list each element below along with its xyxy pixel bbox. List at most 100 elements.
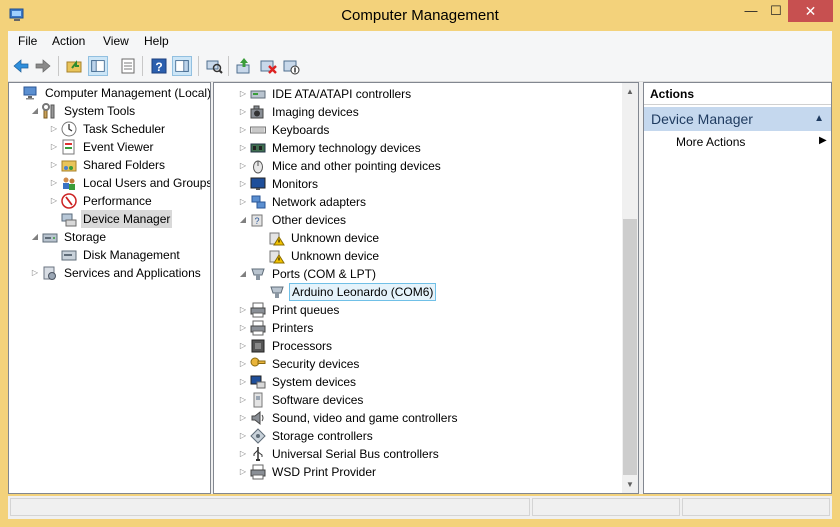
tree-item[interactable]: ▷ Software devices xyxy=(214,391,638,409)
expand-arrow-icon[interactable]: ▷ xyxy=(238,301,248,319)
collapse-arrow-icon[interactable]: ◢ xyxy=(30,102,40,120)
expand-arrow-icon[interactable]: ▷ xyxy=(238,463,248,481)
collapse-arrow-icon[interactable]: ▲ xyxy=(814,107,824,131)
speaker-icon xyxy=(250,410,266,426)
monitor-icon xyxy=(250,176,266,192)
tree-item[interactable]: ▷ Memory technology devices xyxy=(214,139,638,157)
tree-item[interactable]: ▷ Event Viewer xyxy=(9,138,210,156)
menu-help[interactable]: Help xyxy=(144,34,169,48)
expand-arrow-icon[interactable]: ▷ xyxy=(49,156,59,174)
tree-item[interactable]: ▷ Network adapters xyxy=(214,193,638,211)
scroll-down-button[interactable]: ▼ xyxy=(622,476,638,493)
expand-arrow-icon[interactable]: ▷ xyxy=(30,264,40,282)
show-hide-action-pane-icon[interactable] xyxy=(172,56,192,76)
svg-text:?: ? xyxy=(254,216,259,226)
tree-item[interactable]: Unknown device xyxy=(214,229,638,247)
tree-item[interactable]: ▷ Storage controllers xyxy=(214,427,638,445)
show-hide-tree-icon[interactable] xyxy=(88,56,108,76)
expand-arrow-icon[interactable]: ▷ xyxy=(238,445,248,463)
tree-item[interactable]: ▷ Imaging devices xyxy=(214,103,638,121)
scroll-up-button[interactable]: ▲ xyxy=(622,83,638,100)
tree-item-label: Performance xyxy=(83,194,152,208)
tree-item[interactable]: Unknown device xyxy=(214,247,638,265)
tree-item[interactable]: ▷ Mice and other pointing devices xyxy=(214,157,638,175)
scroll-thumb[interactable] xyxy=(623,219,637,475)
tree-item[interactable]: ▷ WSD Print Provider xyxy=(214,463,638,481)
disk-icon xyxy=(61,247,77,263)
tree-item[interactable]: ◢ System Tools xyxy=(9,102,210,120)
expand-arrow-icon[interactable]: ▷ xyxy=(238,373,248,391)
shared-folder-icon xyxy=(61,157,77,173)
collapse-arrow-icon[interactable]: ◢ xyxy=(238,211,248,229)
tree-item[interactable]: ▷ Printers xyxy=(214,319,638,337)
memory-icon xyxy=(250,140,266,156)
tree-item[interactable]: ▷ Monitors xyxy=(214,175,638,193)
tree-item[interactable]: Arduino Leonardo (COM6) xyxy=(214,283,638,301)
maximize-button[interactable]: ☐ xyxy=(762,0,790,22)
console-tree-pane[interactable]: Computer Management (Local) ◢ System Tools… xyxy=(8,82,211,494)
tree-item[interactable]: ▷ Print queues xyxy=(214,301,638,319)
properties-icon[interactable] xyxy=(118,56,138,76)
tree-item[interactable]: ▷ Performance xyxy=(9,192,210,210)
expand-arrow-icon[interactable]: ▷ xyxy=(49,120,59,138)
help-icon[interactable]: ? xyxy=(149,56,169,76)
back-icon[interactable] xyxy=(11,56,31,76)
content-area: Computer Management (Local) ◢ System Tools… xyxy=(8,82,832,494)
expand-arrow-icon[interactable]: ▷ xyxy=(238,103,248,121)
collapse-arrow-icon[interactable]: ◢ xyxy=(30,228,40,246)
expand-arrow-icon[interactable]: ▷ xyxy=(49,192,59,210)
tree-item[interactable]: Disk Management xyxy=(9,246,210,264)
tree-item[interactable]: ▷ Services and Applications xyxy=(9,264,210,282)
title-bar[interactable]: Computer Management — ☐ ✕ xyxy=(0,0,840,31)
tree-item[interactable]: ▷ Sound, video and game controllers xyxy=(214,409,638,427)
tree-item[interactable]: ▷ Shared Folders xyxy=(9,156,210,174)
actions-group-device-manager[interactable]: Device Manager ▲ xyxy=(644,107,831,131)
tree-item[interactable]: ◢ Ports (COM & LPT) xyxy=(214,265,638,283)
vertical-scrollbar[interactable]: ▲ ▼ xyxy=(622,83,638,493)
uninstall-icon[interactable] xyxy=(258,56,278,76)
expand-arrow-icon[interactable]: ▷ xyxy=(238,193,248,211)
toolbar-separator xyxy=(142,56,143,76)
tree-item[interactable]: ▷ Keyboards xyxy=(214,121,638,139)
tree-item[interactable]: Device Manager xyxy=(9,210,210,228)
more-actions-item[interactable]: More Actions xyxy=(676,135,745,149)
expand-arrow-icon[interactable]: ▷ xyxy=(238,121,248,139)
collapse-arrow-icon[interactable]: ◢ xyxy=(238,265,248,283)
expand-arrow-icon[interactable]: ▷ xyxy=(238,355,248,373)
expand-arrow-icon[interactable]: ▷ xyxy=(49,138,59,156)
expand-arrow-icon[interactable]: ▷ xyxy=(238,157,248,175)
device-tree-pane[interactable]: ▷ IDE ATA/ATAPI controllers ▷ Imaging devic… xyxy=(213,82,639,494)
minimize-button[interactable]: — xyxy=(737,0,765,22)
expand-arrow-icon[interactable]: ▷ xyxy=(49,174,59,192)
tree-item[interactable]: ▷ System devices xyxy=(214,373,638,391)
disable-device-icon[interactable] xyxy=(281,56,301,76)
tree-item[interactable]: ▷ Processors xyxy=(214,337,638,355)
menu-view[interactable]: View xyxy=(103,34,129,48)
close-button[interactable]: ✕ xyxy=(788,0,833,22)
expand-arrow-icon[interactable]: ▷ xyxy=(238,427,248,445)
expand-arrow-icon[interactable]: ▷ xyxy=(238,391,248,409)
update-driver-icon[interactable] xyxy=(234,56,254,76)
tree-item[interactable]: ▷ Local Users and Groups xyxy=(9,174,210,192)
port-icon xyxy=(250,266,266,282)
expand-arrow-icon[interactable]: ▷ xyxy=(238,175,248,193)
tree-item[interactable]: ▷ IDE ATA/ATAPI controllers xyxy=(214,85,638,103)
up-folder-icon[interactable] xyxy=(64,56,84,76)
forward-icon[interactable] xyxy=(33,56,53,76)
menu-action[interactable]: Action xyxy=(52,34,85,48)
expand-arrow-icon[interactable]: ▷ xyxy=(238,337,248,355)
expand-arrow-icon[interactable]: ▷ xyxy=(238,85,248,103)
tree-item[interactable]: ▷ Universal Serial Bus controllers xyxy=(214,445,638,463)
tree-item[interactable]: ▷ Task Scheduler xyxy=(9,120,210,138)
expand-arrow-icon[interactable]: ▷ xyxy=(238,319,248,337)
expand-arrow-icon[interactable]: ▷ xyxy=(238,409,248,427)
tree-item[interactable]: ▷ Security devices xyxy=(214,355,638,373)
scan-hardware-icon[interactable] xyxy=(204,56,224,76)
expand-arrow-icon[interactable]: ▷ xyxy=(238,139,248,157)
menu-file[interactable]: File xyxy=(18,34,37,48)
tree-item-label: Arduino Leonardo (COM6) xyxy=(289,283,437,301)
tree-item[interactable]: ◢? Other devices xyxy=(214,211,638,229)
tree-item[interactable]: ◢ Storage xyxy=(9,228,210,246)
tree-item[interactable]: Computer Management (Local) xyxy=(9,84,210,102)
submenu-arrow-icon: ▶ xyxy=(819,135,827,146)
